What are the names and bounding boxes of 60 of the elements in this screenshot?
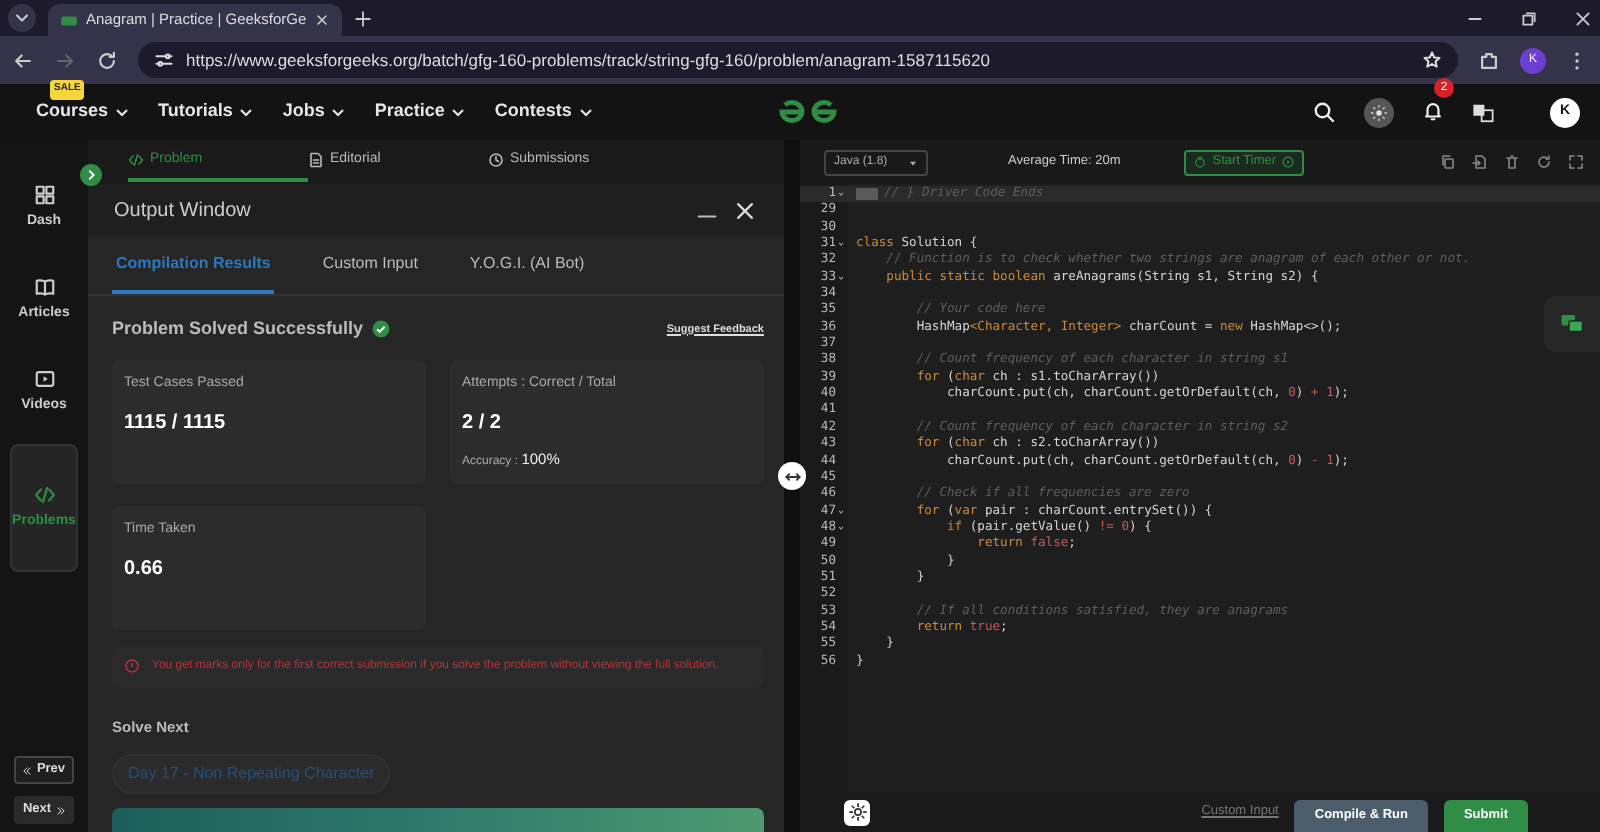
- stat-value: 1115 / 1115: [124, 410, 228, 438]
- resize-arrows-icon: [783, 467, 801, 485]
- delete-icon[interactable]: [1504, 154, 1520, 170]
- chevron-down-icon: [330, 104, 347, 120]
- favicon-icon: [60, 11, 78, 29]
- video-icon: [33, 367, 55, 390]
- play-circle-icon: [1282, 156, 1295, 168]
- settings-icon[interactable]: [847, 802, 867, 822]
- close-icon[interactable]: [314, 12, 331, 28]
- info-icon: [124, 658, 140, 674]
- status-message: Problem Solved Successfully: [112, 316, 364, 342]
- check-circle-icon: [371, 320, 390, 339]
- chevron-down-icon: [577, 104, 594, 120]
- clock-icon: [488, 152, 504, 168]
- close-icon[interactable]: [734, 199, 756, 221]
- code-icon: [33, 483, 55, 506]
- nav-menu[interactable]: Contests: [494, 98, 594, 126]
- logo-icon[interactable]: [774, 98, 842, 126]
- chevron-right-icon: [84, 168, 98, 182]
- bell-icon[interactable]: [1422, 100, 1444, 123]
- panel-title: Output Window: [114, 197, 251, 225]
- restore-icon[interactable]: [1520, 9, 1538, 27]
- double-left-icon: [22, 765, 33, 775]
- bookmark-star-icon[interactable]: [1422, 50, 1442, 70]
- nav-menu[interactable]: Practice: [374, 98, 467, 126]
- reload-icon[interactable]: [96, 49, 118, 71]
- caret-down-icon: [908, 157, 918, 167]
- resize-bar[interactable]: [784, 140, 800, 832]
- site-info-icon[interactable]: [154, 50, 174, 70]
- stat-value: 0.66: [124, 556, 165, 584]
- timer-icon: [1194, 156, 1207, 168]
- close-icon[interactable]: [1574, 9, 1592, 27]
- chevron-down-icon: [238, 104, 255, 120]
- import-icon[interactable]: [1472, 154, 1488, 170]
- back-icon[interactable]: [12, 49, 34, 71]
- tab[interactable]: Y.O.G.I. (AI Bot): [465, 236, 589, 294]
- stat-value: 2 / 2: [462, 410, 503, 438]
- tab[interactable]: Custom Input: [318, 236, 422, 294]
- chevron-down-icon: [114, 104, 131, 120]
- nav-menu[interactable]: Jobs: [282, 98, 347, 126]
- fullscreen-icon[interactable]: [1568, 154, 1584, 170]
- code-icon: [128, 152, 144, 168]
- address-bar[interactable]: https://www.geeksforgeeks.org/batch/gfg-160-problems/track/string-gfg-160/problem/anagram-1587115620: [138, 42, 1458, 78]
- nav-menu[interactable]: Tutorials: [158, 98, 255, 126]
- sun-icon: [1370, 103, 1388, 121]
- nav-menu[interactable]: Courses: [36, 98, 131, 126]
- chat-icon: [1560, 312, 1584, 336]
- copy-icon[interactable]: [1440, 154, 1456, 170]
- double-right-icon: [55, 805, 66, 815]
- search-icon[interactable]: [1312, 100, 1336, 124]
- theme-toggle[interactable]: [1364, 97, 1394, 127]
- extensions-icon[interactable]: [1478, 49, 1500, 71]
- folded-code-marker[interactable]: [856, 188, 878, 201]
- chevron-down-icon: [450, 104, 467, 120]
- new-tab-icon[interactable]: [354, 9, 373, 27]
- dashboard-icon: [33, 183, 55, 206]
- chat-button[interactable]: [1544, 296, 1600, 352]
- document-icon: [308, 152, 324, 168]
- book-icon: [33, 275, 55, 298]
- reset-icon[interactable]: [1536, 154, 1552, 170]
